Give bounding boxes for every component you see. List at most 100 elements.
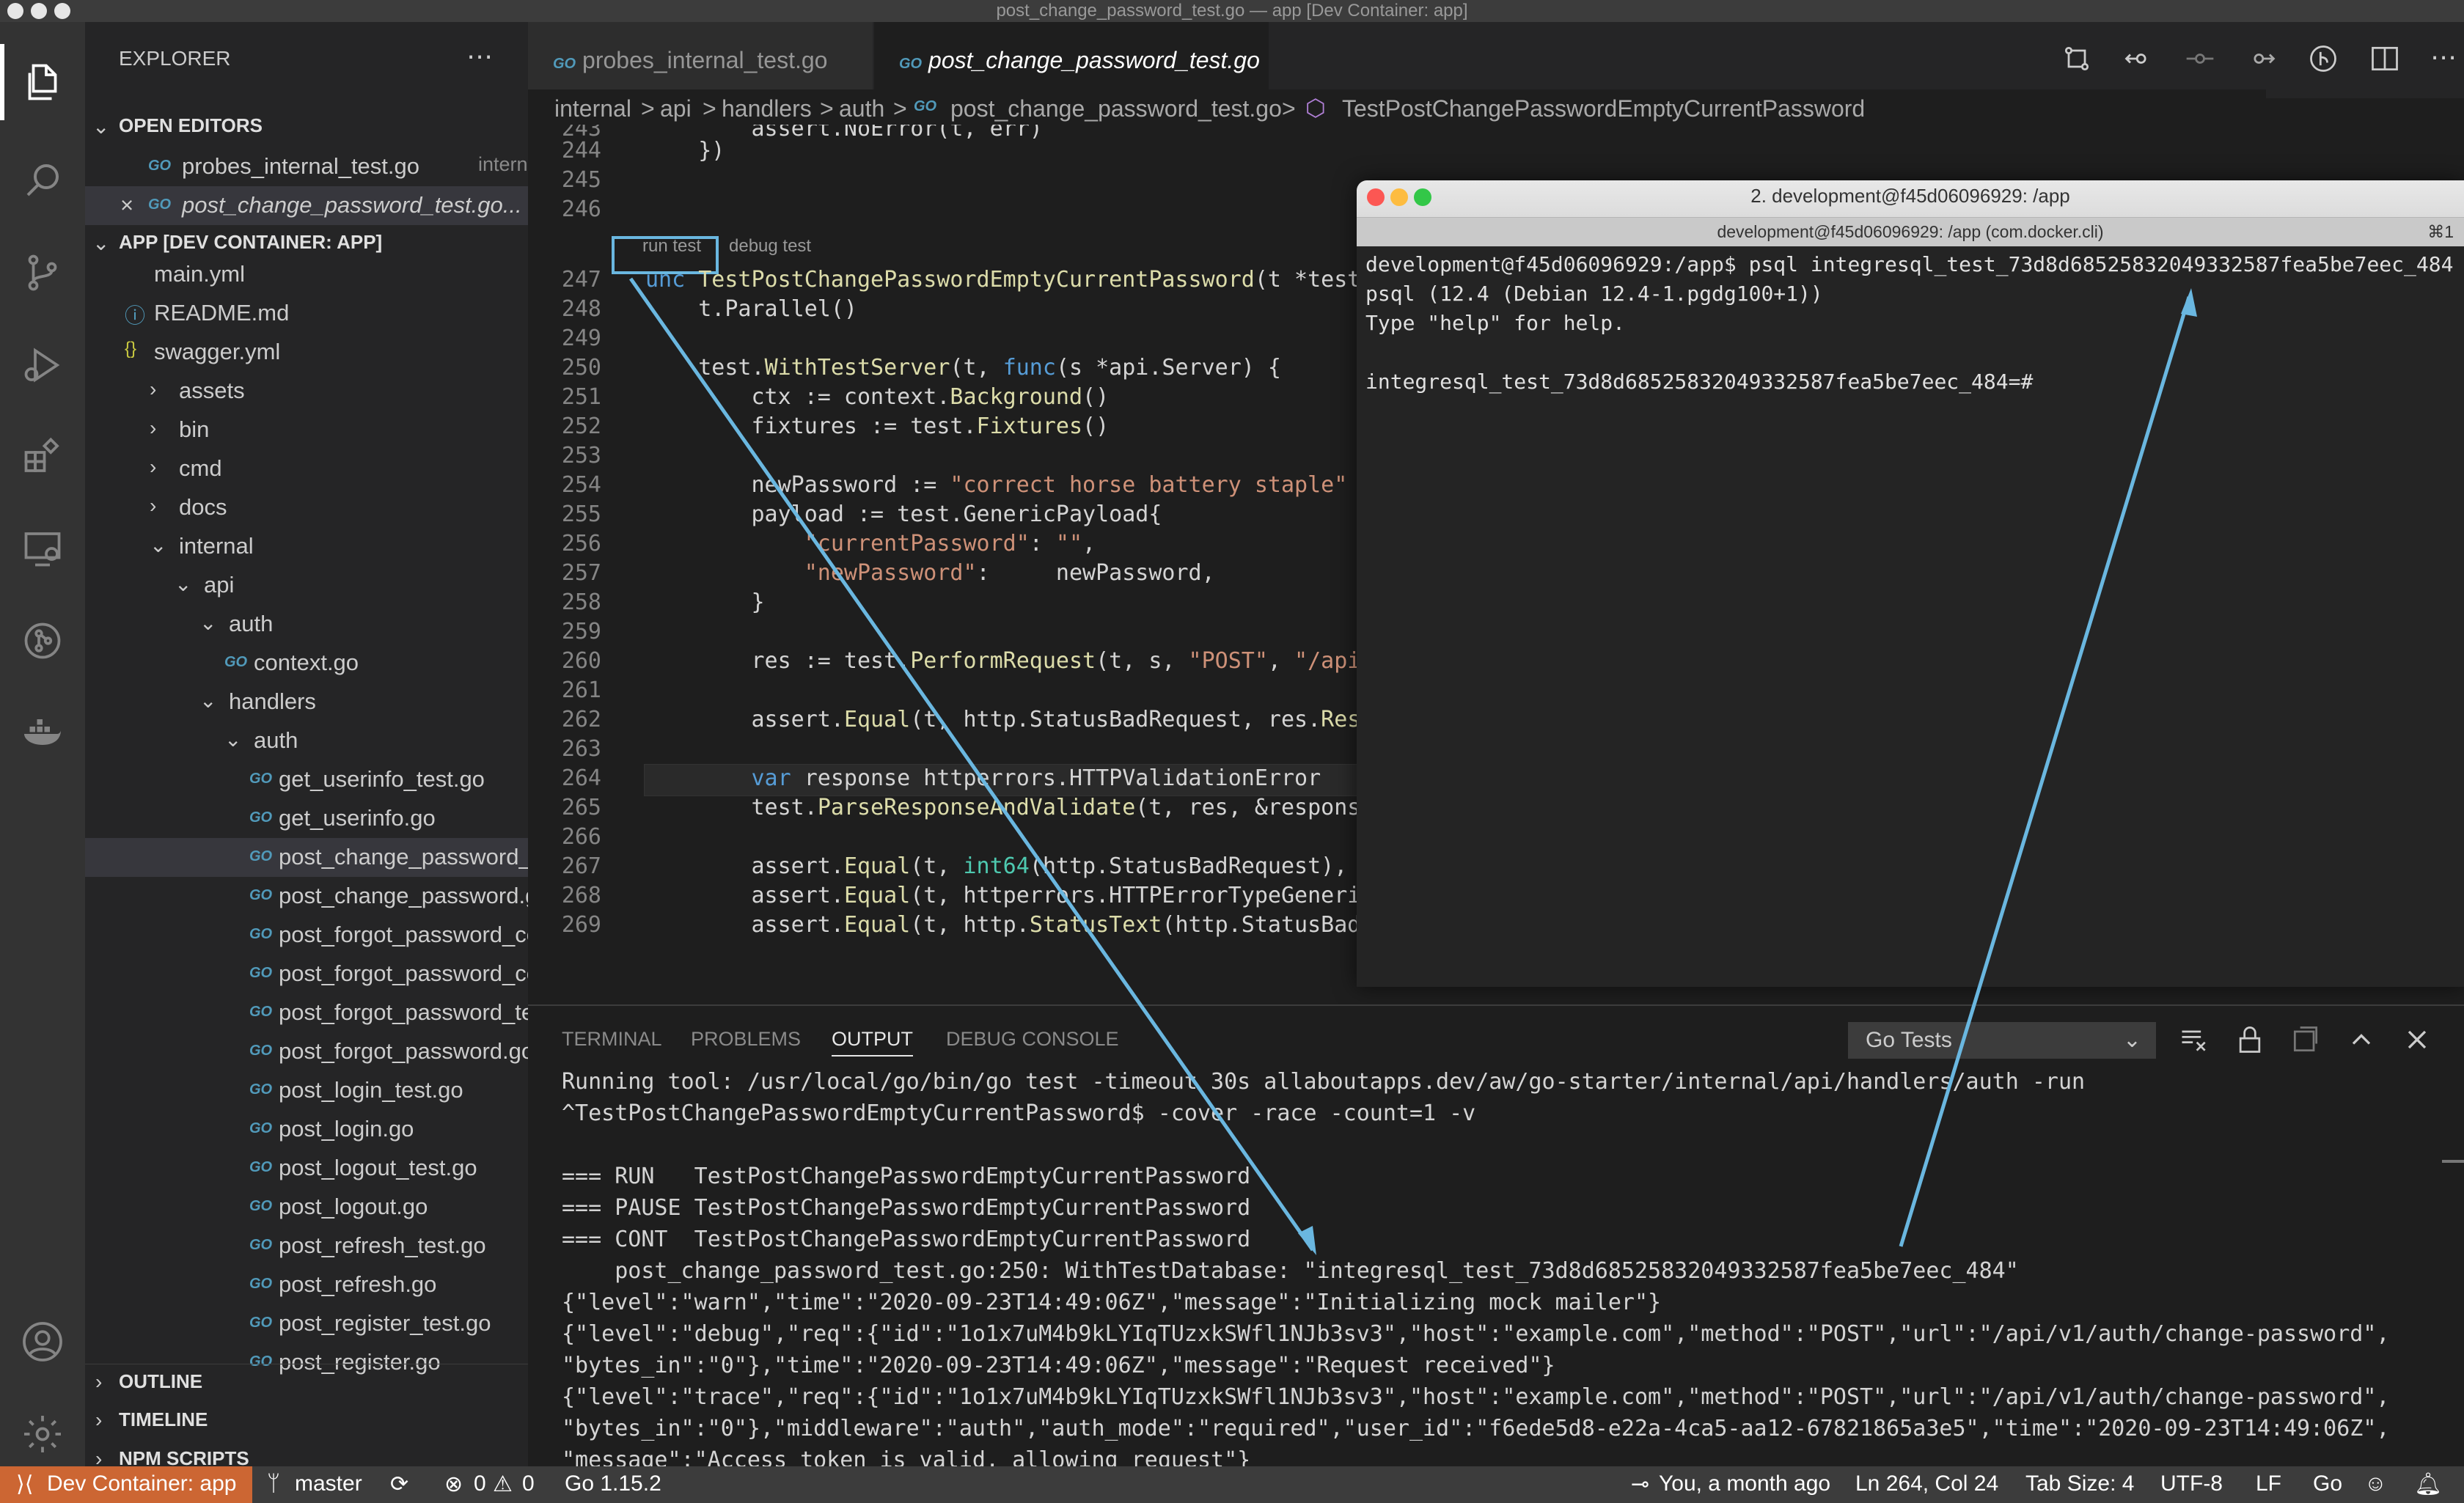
breadcrumb-item[interactable]: internal — [554, 95, 631, 122]
branch-label[interactable]: master — [295, 1471, 362, 1496]
output-channel-select[interactable]: Go Tests ⌄ — [1848, 1022, 2156, 1059]
source-control-icon[interactable] — [0, 235, 85, 311]
warning-count[interactable]: 0 — [522, 1471, 535, 1496]
tree-item[interactable]: GO get_userinfo_test.go — [85, 760, 528, 799]
tree-item[interactable]: GO post_login_test.go — [85, 1071, 528, 1110]
tree-item[interactable]: ⓘ README.md — [85, 294, 528, 333]
tree-item[interactable]: › bin — [85, 411, 528, 449]
tree-item[interactable]: GO post_forgot_password_test.go — [85, 993, 528, 1032]
tree-item[interactable]: GO post_change_password.go — [85, 877, 528, 916]
tab-post-change-password-test[interactable]: GO post_change_password_test.go × — [874, 22, 1269, 155]
breadcrumb-item[interactable]: TestPostChangePasswordEmptyCurrentPasswo… — [1342, 95, 1865, 122]
commit-icon: ⊸ — [1631, 1472, 1650, 1496]
extensions-icon[interactable] — [0, 418, 85, 494]
tree-item[interactable]: GO post_login.go — [85, 1110, 528, 1149]
git-history-icon[interactable] — [0, 603, 85, 679]
zoom-window-button[interactable] — [54, 3, 70, 19]
cursor-position[interactable]: Ln 264, Col 24 — [1855, 1471, 1998, 1496]
tree-item[interactable]: GO post_refresh_test.go — [85, 1227, 528, 1265]
tab-terminal[interactable]: TERMINAL — [562, 1028, 662, 1051]
tree-item[interactable]: › cmd — [85, 449, 528, 488]
search-icon[interactable] — [0, 142, 85, 218]
codelens-debug-test[interactable]: debug test — [729, 236, 811, 257]
run-debug-icon[interactable] — [0, 327, 85, 403]
tree-item[interactable]: ⌄ auth — [85, 605, 528, 644]
line-number: 260 — [561, 648, 601, 674]
minimize-window-button[interactable] — [31, 3, 47, 19]
split-editor-icon[interactable] — [2369, 43, 2401, 75]
tree-item[interactable]: GO get_userinfo.go — [85, 799, 528, 838]
tree-item[interactable]: ⌄ handlers — [85, 683, 528, 721]
sync-icon[interactable]: ⟳ — [390, 1471, 408, 1497]
tab-debug-console[interactable]: DEBUG CONSOLE — [946, 1028, 1119, 1051]
explorer-icon[interactable] — [0, 44, 85, 120]
outline-section[interactable]: › OUTLINE — [85, 1364, 528, 1403]
open-editor-item[interactable]: GO probes_internal_test.go internal... — [85, 147, 528, 186]
tree-item[interactable]: main.yml — [85, 255, 528, 294]
code-line: ctx := context.Background() — [645, 384, 1109, 410]
maximize-panel-icon[interactable] — [2345, 1024, 2377, 1056]
go-version[interactable]: Go 1.15.2 — [565, 1471, 661, 1496]
tree-item-label: get_userinfo.go — [279, 805, 436, 831]
panel-scrollbar[interactable] — [2442, 1160, 2464, 1163]
tree-item[interactable]: GO post_refresh.go — [85, 1265, 528, 1304]
tree-item[interactable]: GO post_logout_test.go — [85, 1149, 528, 1188]
tree-item[interactable]: ⌄ auth — [85, 721, 528, 760]
account-icon[interactable] — [0, 1304, 85, 1380]
tab-probes-internal-test[interactable]: GO probes_internal_test.go — [528, 22, 873, 98]
tree-item[interactable]: GO post_forgot_password_compl... — [85, 955, 528, 993]
breadcrumb-item[interactable]: handlers — [722, 95, 812, 122]
close-icon[interactable]: × — [120, 192, 133, 218]
encoding[interactable]: UTF-8 — [2160, 1471, 2223, 1496]
previous-revision-icon[interactable] — [2122, 43, 2155, 75]
feedback-icon[interactable]: ☺ — [2364, 1471, 2387, 1496]
remote-explorer-icon[interactable] — [0, 510, 85, 587]
close-panel-icon[interactable] — [2401, 1024, 2433, 1056]
tree-item[interactable]: ⌄ internal — [85, 527, 528, 566]
error-count[interactable]: 0 — [474, 1471, 486, 1496]
terminal-tab[interactable]: development@f45d06096929: /app (com.dock… — [1357, 217, 2464, 246]
lock-scroll-icon[interactable] — [2234, 1024, 2266, 1056]
remote-indicator[interactable]: ⟩⟨ Dev Container: app — [0, 1466, 252, 1503]
iterm-window[interactable]: 2. development@f45d06096929: /app develo… — [1357, 180, 2464, 987]
open-changes-icon[interactable] — [2061, 43, 2093, 75]
settings-gear-icon[interactable] — [0, 1396, 85, 1472]
go-file-icon: GO — [914, 98, 937, 114]
tree-item[interactable]: {} swagger.yml — [85, 333, 528, 372]
language-mode[interactable]: Go — [2313, 1471, 2342, 1496]
code-token: newPassword := — [645, 472, 950, 498]
timeline-section[interactable]: › TIMELINE — [85, 1403, 528, 1441]
tree-item[interactable]: GO post_change_password_test.go — [85, 838, 528, 877]
tree-item[interactable]: › docs — [85, 488, 528, 527]
tree-item[interactable]: GO post_logout.go — [85, 1188, 528, 1227]
git-blame[interactable]: You, a month ago — [1659, 1471, 1830, 1496]
breadcrumb-item[interactable]: post_change_password_test.go — [950, 95, 1282, 122]
open-in-editor-icon[interactable] — [2289, 1024, 2322, 1056]
tree-item[interactable]: › assets — [85, 372, 528, 411]
tree-item[interactable]: ⌄ api — [85, 566, 528, 605]
docker-icon[interactable] — [0, 692, 85, 768]
code-token: ctx := context. — [645, 384, 950, 410]
clear-output-icon[interactable] — [2178, 1024, 2210, 1056]
commit-icon[interactable] — [2184, 43, 2216, 75]
tree-item[interactable]: GO post_forgot_password.go — [85, 1032, 528, 1071]
line-ending[interactable]: LF — [2256, 1471, 2281, 1496]
tab-problems[interactable]: PROBLEMS — [691, 1028, 801, 1051]
blame-toggle-icon[interactable] — [2307, 43, 2339, 75]
breadcrumb-item[interactable]: api — [660, 95, 692, 122]
breadcrumb-item[interactable]: auth — [839, 95, 884, 122]
more-actions-icon[interactable]: ⋯ — [2430, 43, 2457, 75]
notifications-bell-icon[interactable]: 🔔︎ — [2414, 1471, 2442, 1497]
open-editors-section[interactable]: ⌄ OPEN EDITORS — [85, 109, 528, 147]
open-editor-item-active[interactable]: × GO post_change_password_test.go... — [85, 186, 528, 225]
ellipsis-icon[interactable]: ⋯ — [466, 41, 493, 72]
close-window-button[interactable] — [7, 3, 23, 19]
tree-item[interactable]: GO context.go — [85, 644, 528, 683]
tab-size[interactable]: Tab Size: 4 — [2025, 1471, 2134, 1496]
tree-item[interactable]: GO post_forgot_password_compl... — [85, 916, 528, 955]
code-token: PerformRequest — [910, 648, 1096, 674]
tree-item[interactable]: GO post_register_test.go — [85, 1304, 528, 1343]
tab-output[interactable]: OUTPUT — [832, 1028, 913, 1056]
next-revision-icon[interactable] — [2245, 43, 2278, 75]
tree-item-label: handlers — [229, 688, 316, 714]
